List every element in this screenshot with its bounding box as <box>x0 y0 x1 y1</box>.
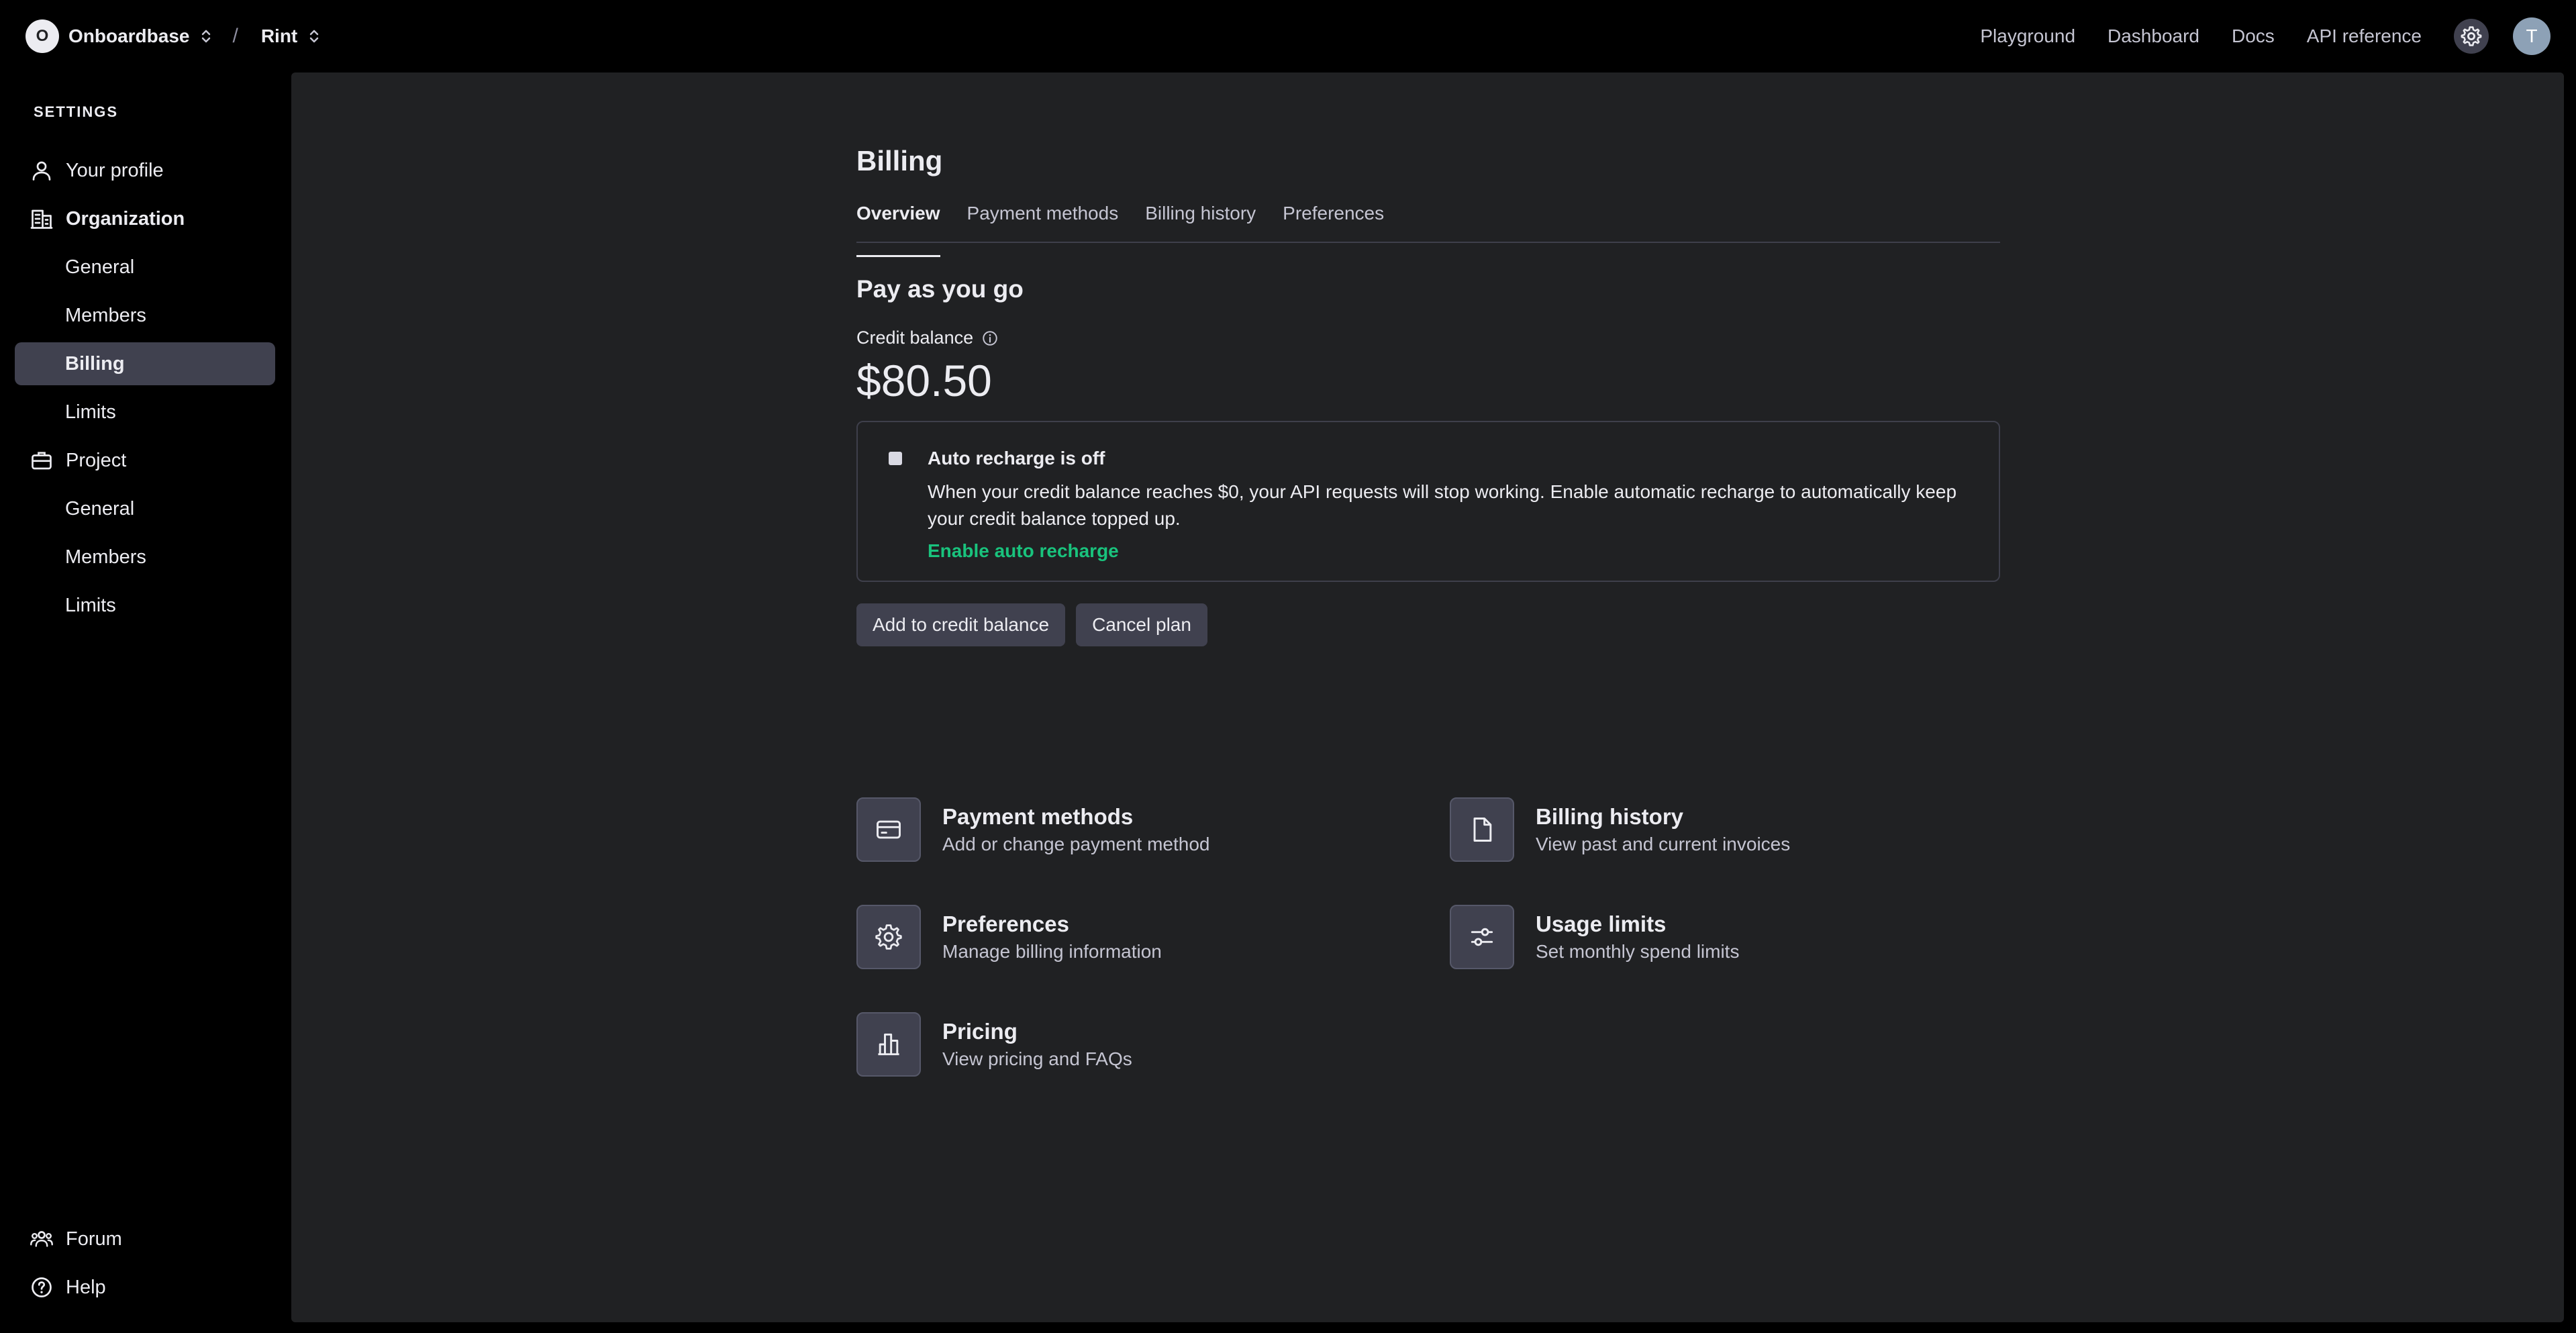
cancel-plan-button[interactable]: Cancel plan <box>1076 603 1207 646</box>
main-panel: Billing Overview Payment methods Billing… <box>291 72 2564 1322</box>
sidebar-item-project-members[interactable]: Members <box>15 536 275 579</box>
tab-billing-history[interactable]: Billing history <box>1145 203 1256 242</box>
sidebar-heading: SETTINGS <box>34 103 119 120</box>
chevron-up-down-icon <box>310 30 319 43</box>
credit-balance-value: $80.50 <box>856 356 992 405</box>
sidebar-item-help[interactable]: Help <box>15 1266 275 1309</box>
user-avatar[interactable]: T <box>2513 17 2550 55</box>
chevron-up-down-icon <box>202 30 211 43</box>
sidebar-item-org-billing[interactable]: Billing <box>15 342 275 385</box>
card-subtitle: View pricing and FAQs <box>942 1048 1132 1069</box>
card-icon-box <box>856 797 921 862</box>
top-nav: Playground Dashboard Docs API reference … <box>1980 17 2550 55</box>
org-switcher[interactable]: O Onboardbase <box>26 19 213 53</box>
sidebar-item-org-limits[interactable]: Limits <box>15 391 275 434</box>
tab-overview[interactable]: Overview <box>856 203 940 257</box>
page-title: Billing <box>856 145 943 177</box>
sidebar-item-label: Billing <box>65 352 125 375</box>
nav-dashboard[interactable]: Dashboard <box>2108 26 2199 47</box>
people-icon <box>30 1231 53 1247</box>
card-billing-history[interactable]: Billing history View past and current in… <box>1450 797 1790 862</box>
card-icon-box <box>1450 905 1514 969</box>
top-bar: O Onboardbase / Rint Playground Dashboar… <box>0 0 2576 72</box>
card-usage-limits[interactable]: Usage limits Set monthly spend limits <box>1450 905 1739 969</box>
credit-balance-label: Credit balance <box>856 328 2000 348</box>
sidebar-item-org-members[interactable]: Members <box>15 294 275 337</box>
billing-tabs: Overview Payment methods Billing history… <box>856 203 2000 257</box>
briefcase-icon <box>32 452 52 470</box>
sidebar-item-org-general[interactable]: General <box>15 246 275 289</box>
card-icon-box <box>1450 797 1514 862</box>
add-credit-button[interactable]: Add to credit balance <box>856 603 1066 646</box>
card-payment-methods[interactable]: Payment methods Add or change payment me… <box>856 797 1209 862</box>
sidebar-item-label: Members <box>65 304 146 326</box>
auto-recharge-description: When your credit balance reaches $0, you… <box>928 481 1957 529</box>
auto-recharge-notice: Auto recharge is off When your credit ba… <box>856 421 2000 582</box>
card-subtitle: Add or change payment method <box>942 834 1210 854</box>
sidebar-item-label: Members <box>65 546 146 568</box>
gear-icon <box>2461 26 2482 46</box>
info-icon[interactable] <box>981 330 999 347</box>
billing-content: Billing Overview Payment methods Billing… <box>856 145 2000 1077</box>
sidebar-item-label: Your profile <box>66 159 164 181</box>
building-icon <box>30 209 53 229</box>
card-title: Payment methods <box>942 804 1134 829</box>
sidebar-item-label: Forum <box>66 1228 122 1250</box>
document-icon <box>1473 818 1492 842</box>
breadcrumb: O Onboardbase / Rint <box>26 19 321 53</box>
card-title: Pricing <box>942 1019 1018 1044</box>
credit-card-icon <box>877 820 901 839</box>
nav-docs[interactable]: Docs <box>2232 26 2275 47</box>
sidebar-item-label: Help <box>66 1276 106 1298</box>
card-pricing[interactable]: Pricing View pricing and FAQs <box>856 1012 1132 1077</box>
sidebar-item-label: Limits <box>65 401 116 423</box>
org-name: Onboardbase <box>68 26 190 46</box>
card-subtitle: Manage billing information <box>942 941 1162 962</box>
credit-balance-text: Credit balance <box>856 328 974 348</box>
sidebar-item-project[interactable]: Project <box>15 439 275 482</box>
card-subtitle: View past and current invoices <box>1536 834 1791 854</box>
sidebar-item-label: Organization <box>66 207 185 230</box>
bar-chart-icon <box>878 1033 899 1056</box>
gear-icon <box>875 924 902 950</box>
card-subtitle: Set monthly spend limits <box>1536 941 1740 962</box>
project-switcher[interactable]: Rint <box>261 26 321 47</box>
card-icon-box <box>856 905 921 969</box>
sidebar-item-forum[interactable]: Forum <box>15 1218 275 1261</box>
auto-recharge-title: Auto recharge is off <box>928 448 1105 468</box>
sidebar-item-your-profile[interactable]: Your profile <box>15 149 275 192</box>
enable-auto-recharge-link[interactable]: Enable auto recharge <box>928 540 1119 562</box>
tab-preferences[interactable]: Preferences <box>1283 203 1384 242</box>
card-preferences[interactable]: Preferences Manage billing information <box>856 905 1162 969</box>
sidebar-item-label: Limits <box>65 594 116 616</box>
nav-api-reference[interactable]: API reference <box>2307 26 2422 47</box>
plan-title: Pay as you go <box>856 275 1024 303</box>
breadcrumb-separator: / <box>232 25 238 47</box>
org-avatar: O <box>26 19 59 53</box>
help-icon <box>32 1277 52 1297</box>
card-title: Usage limits <box>1536 911 1667 936</box>
sidebar: SETTINGS Your profile Organization Gener… <box>0 72 290 1333</box>
person-icon <box>32 161 51 181</box>
sidebar-item-organization[interactable]: Organization <box>15 197 275 240</box>
card-icon-box <box>856 1012 921 1077</box>
status-square-icon <box>889 452 902 465</box>
project-name: Rint <box>260 26 298 46</box>
sidebar-item-label: General <box>65 497 135 520</box>
settings-button[interactable] <box>2454 19 2489 54</box>
sliders-icon <box>1471 928 1493 946</box>
sidebar-item-label: Project <box>66 449 127 471</box>
card-title: Preferences <box>942 911 1069 936</box>
nav-playground[interactable]: Playground <box>1980 26 2075 47</box>
sidebar-item-project-general[interactable]: General <box>15 487 275 530</box>
tab-payment-methods[interactable]: Payment methods <box>967 203 1119 242</box>
billing-actions: Add to credit balance Cancel plan <box>856 603 2000 646</box>
billing-cards: Payment methods Add or change payment me… <box>856 797 2000 1120</box>
sidebar-item-project-limits[interactable]: Limits <box>15 584 275 627</box>
card-title: Billing history <box>1536 804 1684 829</box>
sidebar-item-label: General <box>65 256 135 278</box>
